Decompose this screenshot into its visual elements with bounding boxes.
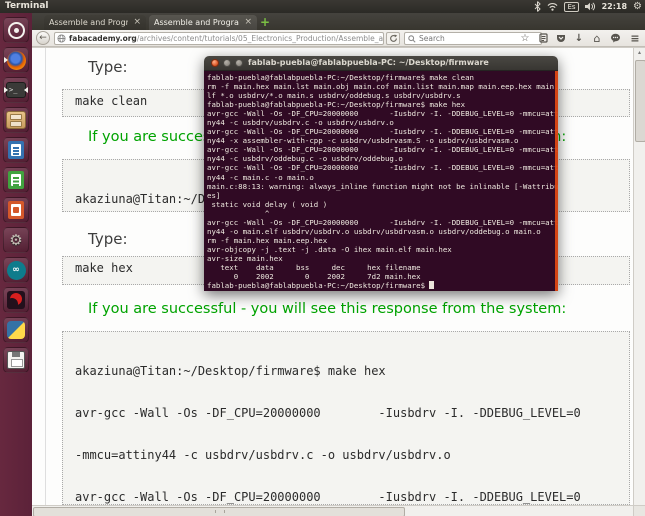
launcher-item-firefox[interactable] (3, 47, 29, 73)
launcher-item-libreoffice-calc[interactable] (3, 167, 29, 193)
terminal-cursor (429, 281, 434, 290)
tab-assemble-2-active[interactable]: Assemble and Program... × (149, 15, 257, 30)
success-heading-2: If you are successful - you will see thi… (88, 301, 567, 317)
scroll-up-arrow-icon[interactable]: ▴ (634, 48, 645, 58)
top-panel: Terminal Es 22:18 ⚙ (0, 0, 645, 13)
terminal-title: fablab-puebla@fablabpuebla-PC: ~/Desktop… (248, 58, 489, 67)
scroll-corner (633, 505, 645, 516)
python-icon (7, 321, 25, 339)
calc-icon (8, 171, 24, 189)
terminal-icon: >_ (6, 82, 26, 98)
globe-icon (57, 34, 66, 43)
keyboard-layout-indicator[interactable]: Es (564, 1, 579, 12)
launcher-item-files[interactable] (3, 107, 29, 133)
url-path: /archives/content/tutorials/05_Electroni… (136, 34, 384, 43)
url-host: fabacademy.org (69, 34, 137, 43)
system-tray: Es 22:18 ⚙ (534, 0, 642, 13)
hello-chat-icon[interactable] (608, 32, 622, 45)
desktop: Terminal Es 22:18 ⚙ >_ ⚙ ∞ Assemble and … (0, 0, 645, 516)
session-gear-icon[interactable]: ⚙ (633, 1, 642, 12)
url-bar[interactable]: fabacademy.org/archives/content/tutorial… (54, 32, 384, 45)
menu-icon[interactable]: ≡ (628, 32, 642, 45)
ubuntu-logo-icon (7, 21, 25, 39)
running-pip-icon (4, 87, 8, 93)
tab-close-icon[interactable]: × (244, 18, 252, 27)
reload-icon (389, 34, 397, 42)
window-close-button[interactable] (211, 59, 219, 67)
type-heading-2: Type: (88, 230, 128, 248)
tab-bar: Assemble and Program... × Assemble and P… (32, 13, 645, 30)
launcher-item-floppy-tool[interactable] (3, 347, 29, 373)
reading-list-icon[interactable] (536, 32, 550, 45)
launcher-item-red-app[interactable] (3, 287, 29, 313)
window-minimize-button[interactable] (223, 59, 231, 67)
back-button[interactable]: ← (36, 31, 50, 45)
navigation-toolbar: ← fabacademy.org/archives/content/tutori… (32, 30, 645, 47)
launcher-item-terminal[interactable]: >_ (3, 77, 29, 103)
launcher-item-system-settings[interactable]: ⚙ (3, 227, 29, 253)
arduino-icon: ∞ (6, 260, 26, 280)
writer-icon (8, 141, 24, 159)
pocket-icon[interactable] (554, 32, 568, 45)
window-maximize-button[interactable] (235, 59, 243, 67)
launcher-item-python[interactable] (3, 317, 29, 343)
downloads-icon[interactable]: ↓ (572, 32, 586, 45)
terminal-output[interactable]: fablab-puebla@fablabpuebla-PC:~/Desktop/… (204, 71, 558, 291)
clock[interactable]: 22:18 (602, 2, 627, 11)
wifi-icon[interactable] (547, 2, 558, 11)
bookmark-star-icon[interactable]: ☆ (518, 32, 532, 45)
horizontal-scroll-thumb[interactable] (33, 507, 405, 516)
volume-icon[interactable] (584, 2, 596, 11)
search-icon (408, 34, 416, 43)
floppy-disk-icon (7, 351, 25, 369)
home-icon[interactable]: ⌂ (590, 32, 604, 45)
vertical-scroll-thumb[interactable] (635, 60, 645, 142)
red-app-icon (7, 291, 25, 309)
horizontal-scrollbar[interactable] (32, 505, 645, 516)
type-heading-1: Type: (88, 58, 128, 76)
launcher: >_ ⚙ ∞ (0, 13, 32, 516)
terminal-title-bar[interactable]: fablab-puebla@fablabpuebla-PC: ~/Desktop… (204, 56, 558, 71)
tab-close-icon[interactable]: × (133, 18, 141, 27)
launcher-item-libreoffice-writer[interactable] (3, 137, 29, 163)
launcher-item-arduino[interactable]: ∞ (3, 257, 29, 283)
impress-icon (8, 201, 24, 219)
page-margin-line (45, 48, 46, 505)
terminal-overlay-scrollbar[interactable] (555, 71, 558, 291)
bluetooth-icon[interactable] (534, 1, 542, 12)
file-cabinet-icon (6, 111, 26, 129)
focused-pip-icon (24, 87, 28, 93)
launcher-item-ubuntu-dash[interactable] (3, 17, 29, 43)
new-tab-button[interactable]: + (260, 16, 270, 29)
code-block-hex-output: akaziuna@Titan:~/Desktop/firmware$ make … (62, 331, 630, 505)
running-pip-icon (4, 57, 8, 63)
vertical-scrollbar[interactable]: ▴ (633, 48, 645, 506)
launcher-item-libreoffice-impress[interactable] (3, 197, 29, 223)
firefox-icon (6, 50, 26, 70)
active-app-title: Terminal (5, 1, 49, 11)
reload-button[interactable] (386, 32, 400, 45)
tab-assemble-1[interactable]: Assemble and Program... × (44, 15, 146, 30)
terminal-window: fablab-puebla@fablabpuebla-PC: ~/Desktop… (204, 56, 558, 291)
settings-gear-icon: ⚙ (9, 231, 23, 249)
